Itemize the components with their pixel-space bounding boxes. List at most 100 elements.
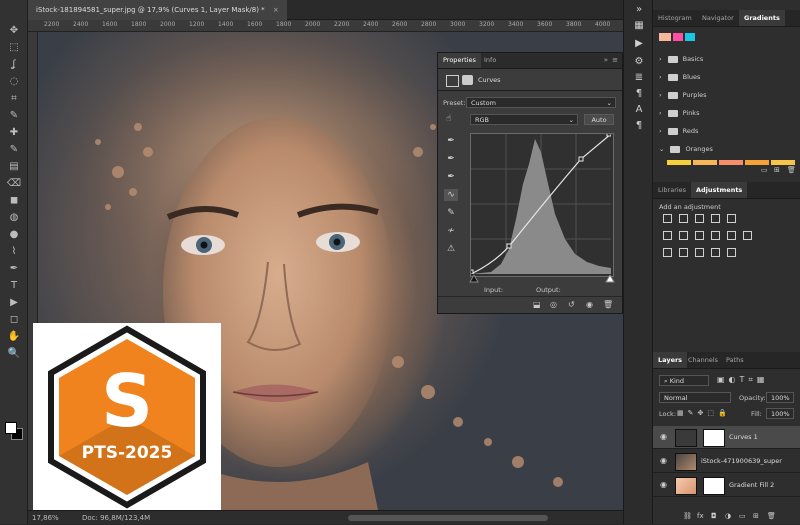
- visibility-eye-icon[interactable]: ◉: [660, 450, 667, 472]
- tab-gradients[interactable]: Gradients: [739, 10, 785, 26]
- chevron-down-icon[interactable]: ⌄: [659, 145, 664, 153]
- dodge-tool-icon[interactable]: ●: [6, 228, 22, 242]
- exposure-icon[interactable]: [711, 214, 720, 223]
- vibrance-icon[interactable]: [727, 214, 736, 223]
- gradient-tool-icon[interactable]: ◼: [6, 194, 22, 208]
- hue-sat-icon[interactable]: [663, 231, 672, 240]
- photo-filter-icon[interactable]: [711, 231, 720, 240]
- preset-select[interactable]: Custom ⌄: [466, 97, 616, 108]
- eyedropper-icon[interactable]: ✎: [6, 109, 22, 123]
- trash-icon[interactable]: 🗑: [787, 166, 796, 174]
- invert-icon[interactable]: [663, 248, 672, 257]
- pen-tool-icon[interactable]: ⌇: [6, 245, 22, 259]
- visibility-eye-icon[interactable]: ◉: [586, 300, 593, 309]
- gradient-group-pinks[interactable]: › Pinks: [659, 106, 795, 120]
- channel-mixer-icon[interactable]: [727, 231, 736, 240]
- horizontal-scrollbar[interactable]: [348, 515, 548, 521]
- character-icon[interactable]: A: [633, 104, 645, 116]
- add-mask-icon[interactable]: ◘: [711, 512, 717, 520]
- bw-icon[interactable]: [695, 231, 704, 240]
- group-folder-icon[interactable]: ▭: [739, 512, 746, 520]
- properties-icon[interactable]: ≣: [633, 72, 645, 84]
- layer-mask-thumbnail[interactable]: [703, 429, 725, 447]
- gradient-group-purples[interactable]: › Purples: [659, 88, 795, 102]
- play-icon[interactable]: ▶: [633, 38, 645, 50]
- curve-point-icon[interactable]: ∿: [444, 189, 458, 201]
- layer-row[interactable]: ◉ Curves 1: [653, 426, 800, 449]
- chevron-right-icon[interactable]: ›: [659, 109, 662, 117]
- clipping-warning-icon[interactable]: ⚠: [444, 243, 458, 255]
- tab-properties[interactable]: Properties: [438, 53, 481, 68]
- color-lookup-icon[interactable]: [743, 231, 752, 240]
- smooth-icon[interactable]: ≁: [444, 225, 458, 237]
- hand-tool-icon[interactable]: ✋: [6, 330, 22, 344]
- healing-brush-icon[interactable]: ✚: [6, 126, 22, 140]
- gradient-swatch[interactable]: [659, 33, 671, 41]
- lasso-tool-icon[interactable]: ʆ: [6, 58, 22, 72]
- eraser-icon[interactable]: ⌫: [6, 177, 22, 191]
- gradient-group-blues[interactable]: › Blues: [659, 70, 795, 84]
- tab-info[interactable]: Info: [484, 53, 496, 68]
- opacity-input[interactable]: 100%: [766, 392, 794, 403]
- adjustment-layer-icon[interactable]: ◑: [725, 512, 731, 520]
- document-tab[interactable]: iStock-181894581_super.jpg @ 17,9% (Curv…: [28, 0, 287, 20]
- brush-settings-icon[interactable]: ⚙: [633, 56, 645, 68]
- threshold-icon[interactable]: [695, 248, 704, 257]
- layer-thumbnail[interactable]: [675, 453, 697, 471]
- quick-select-icon[interactable]: ◌: [6, 75, 22, 89]
- fill-input[interactable]: 100%: [766, 408, 794, 419]
- layer-name[interactable]: Curves 1: [729, 426, 758, 448]
- collapse-icon[interactable]: »: [604, 53, 608, 68]
- auto-button[interactable]: Auto: [584, 114, 614, 125]
- visibility-eye-icon[interactable]: ◉: [660, 426, 667, 448]
- crop-tool-icon[interactable]: ⌗: [6, 92, 22, 106]
- layer-row[interactable]: ◉ iStock-471900639_super: [653, 450, 800, 473]
- view-previous-icon[interactable]: ◎: [550, 300, 557, 309]
- marquee-tool-icon[interactable]: ⬚: [6, 41, 22, 55]
- glyphs-icon[interactable]: ¶: [633, 120, 645, 132]
- chevron-right-icon[interactable]: ›: [659, 127, 662, 135]
- layer-filter-select[interactable]: ⌕ Kind: [659, 375, 709, 386]
- path-select-icon[interactable]: ▶: [6, 296, 22, 310]
- curves-graph[interactable]: [470, 133, 614, 277]
- eyedropper-black-icon[interactable]: ✒: [444, 135, 458, 147]
- layer-mask-thumbnail[interactable]: [703, 477, 725, 495]
- history-icon[interactable]: ▦: [633, 20, 645, 32]
- gradient-swatch[interactable]: [673, 33, 684, 41]
- tab-libraries[interactable]: Libraries: [653, 182, 691, 198]
- layer-name[interactable]: iStock-471900639_super: [701, 450, 782, 472]
- stamp-tool-icon[interactable]: ▤: [6, 160, 22, 174]
- visibility-eye-icon[interactable]: ◉: [660, 474, 667, 496]
- levels-icon[interactable]: [679, 214, 688, 223]
- link-icon[interactable]: ⛓: [683, 512, 692, 520]
- zoom-readout[interactable]: 17,86%: [32, 511, 59, 525]
- type-tool-icon[interactable]: T: [6, 279, 22, 293]
- tab-channels[interactable]: Channels: [683, 352, 723, 368]
- tab-adjustments[interactable]: Adjustments: [691, 182, 748, 198]
- collapse-icon[interactable]: »: [633, 4, 645, 16]
- posterize-icon[interactable]: [679, 248, 688, 257]
- layer-thumbnail[interactable]: [675, 429, 697, 447]
- fx-icon[interactable]: fx: [697, 512, 704, 520]
- pencil-icon[interactable]: ✎: [444, 207, 458, 219]
- add-gradient-icon[interactable]: ⊞: [774, 166, 780, 174]
- menu-icon[interactable]: ≡: [612, 53, 618, 68]
- layer-row[interactable]: ◉ Gradient Fill 2: [653, 474, 800, 497]
- chevron-right-icon[interactable]: ›: [659, 73, 662, 81]
- curves-icon[interactable]: [695, 214, 704, 223]
- tab-paths[interactable]: Paths: [721, 352, 749, 368]
- reset-icon[interactable]: ↺: [568, 300, 575, 309]
- chevron-right-icon[interactable]: ›: [659, 91, 662, 99]
- trash-icon[interactable]: 🗑: [603, 300, 613, 309]
- blur-tool-icon[interactable]: ◍: [6, 211, 22, 225]
- new-group-icon[interactable]: ▭: [761, 166, 768, 174]
- layer-thumbnail[interactable]: [675, 477, 697, 495]
- new-layer-icon[interactable]: ⊞: [753, 512, 759, 520]
- brightness-icon[interactable]: [663, 214, 672, 223]
- zoom-tool-icon[interactable]: 🔍: [6, 347, 22, 361]
- chevron-right-icon[interactable]: ›: [659, 55, 662, 63]
- gradient-group-basics[interactable]: › Basics: [659, 52, 795, 66]
- gradient-group-oranges[interactable]: ⌄ Oranges: [659, 142, 795, 156]
- tab-layers[interactable]: Layers: [653, 352, 688, 368]
- layer-name[interactable]: Gradient Fill 2: [729, 474, 774, 496]
